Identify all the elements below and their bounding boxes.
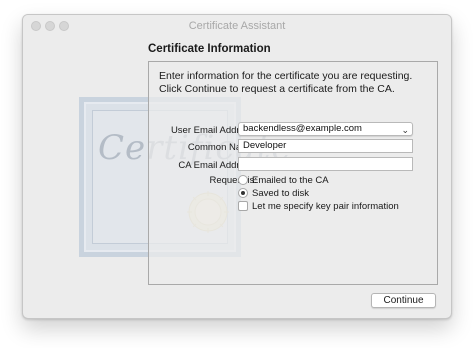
radio-saved-label: Saved to disk <box>252 188 310 199</box>
certificate-assistant-window: Certificate Assistant Certificate Inform… <box>22 14 452 319</box>
window-title: Certificate Assistant <box>188 20 286 32</box>
email-select[interactable]: backendless@example.com ⌄ <box>238 122 413 136</box>
key-pair-checkbox-row[interactable]: Let me specify key pair information <box>238 201 399 212</box>
common-name-field[interactable]: Developer <box>238 139 413 153</box>
radio-emailed-to-ca[interactable]: Emailed to the CA <box>238 175 329 186</box>
continue-button[interactable]: Continue <box>371 293 436 308</box>
radio-button-selected-icon[interactable] <box>238 188 248 198</box>
key-pair-checkbox-label: Let me specify key pair information <box>252 201 399 212</box>
intro-text: Enter information for the certificate yo… <box>159 70 413 95</box>
certificate-info-panel: Enter information for the certificate yo… <box>148 61 438 285</box>
page-title: Certificate Information <box>148 43 271 55</box>
chevron-updown-icon: ⌄ <box>401 125 409 135</box>
ca-email-field[interactable] <box>238 157 413 171</box>
radio-button-icon[interactable] <box>238 175 248 185</box>
email-select-value: backendless@example.com <box>243 123 362 134</box>
radio-emailed-label: Emailed to the CA <box>252 175 329 186</box>
title-bar: Certificate Assistant <box>23 15 451 37</box>
checkbox-icon[interactable] <box>238 201 248 211</box>
radio-saved-to-disk[interactable]: Saved to disk <box>238 188 309 199</box>
